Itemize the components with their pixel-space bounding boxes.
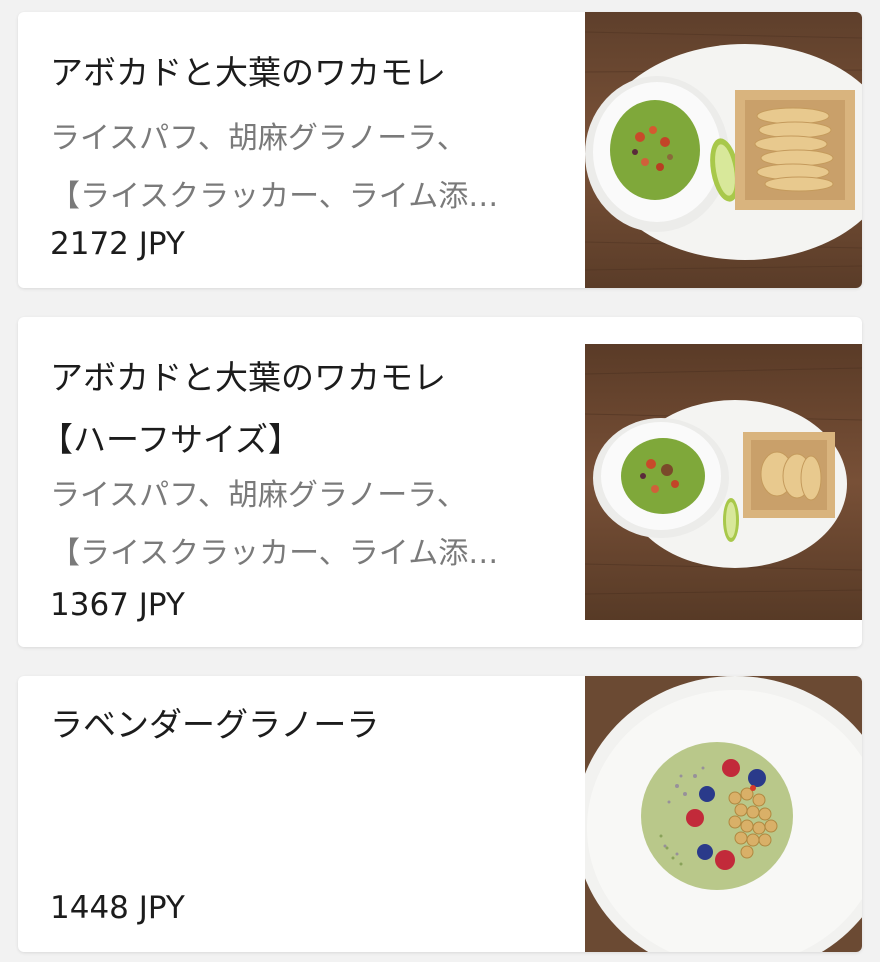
menu-item-card[interactable]: アボカドと大葉のワカモレ 【ハーフサイズ】 ライスパフ、胡麻グラノーラ、 【ライ… (18, 317, 862, 647)
guacamole-half-photo-icon (585, 344, 862, 620)
guacamole-photo (585, 12, 862, 288)
granola-bowl-photo (585, 676, 862, 952)
description-line-2: 【ライスクラッカー、ライム添… (50, 179, 499, 214)
description-line-1: ライスパフ、胡麻グラノーラ、 (50, 121, 467, 156)
menu-item-title-line-1: アボカドと大葉のワカモレ (50, 358, 446, 397)
menu-item-title: アボカドと大葉のワカモレ (50, 53, 446, 92)
menu-list: アボカドと大葉のワカモレ ライスパフ、胡麻グラノーラ、 【ライスクラッカー、ライ… (0, 0, 880, 962)
granola-bowl-photo-icon (585, 676, 862, 952)
menu-item-card[interactable]: アボカドと大葉のワカモレ ライスパフ、胡麻グラノーラ、 【ライスクラッカー、ライ… (18, 12, 862, 288)
description-line-2: 【ライスクラッカー、ライム添… (50, 536, 499, 571)
menu-item-price: 1367 JPY (50, 587, 185, 623)
menu-item-price: 1448 JPY (50, 890, 185, 926)
menu-item-title: アボカドと大葉のワカモレ 【ハーフサイズ】 (40, 347, 570, 471)
menu-item-card[interactable]: ラベンダーグラノーラ 1448 JPY (18, 676, 862, 952)
description-line-1: ライスパフ、胡麻グラノーラ、 (50, 478, 467, 513)
menu-item-description: ライスパフ、胡麻グラノーラ、 【ライスクラッカー、ライム添… (50, 110, 570, 226)
menu-item-title-line-2: 【ハーフサイズ】 (40, 420, 302, 459)
menu-item-title: ラベンダーグラノーラ (50, 705, 380, 744)
guacamole-half-photo (585, 344, 862, 620)
menu-item-info: アボカドと大葉のワカモレ 【ハーフサイズ】 ライスパフ、胡麻グラノーラ、 【ライ… (40, 317, 570, 647)
guacamole-photo-icon (585, 12, 862, 288)
menu-item-description: ライスパフ、胡麻グラノーラ、 【ライスクラッカー、ライム添… (50, 467, 570, 583)
menu-item-info: ラベンダーグラノーラ 1448 JPY (50, 676, 570, 952)
menu-item-info: アボカドと大葉のワカモレ ライスパフ、胡麻グラノーラ、 【ライスクラッカー、ライ… (50, 12, 570, 288)
menu-item-price: 2172 JPY (50, 226, 185, 262)
